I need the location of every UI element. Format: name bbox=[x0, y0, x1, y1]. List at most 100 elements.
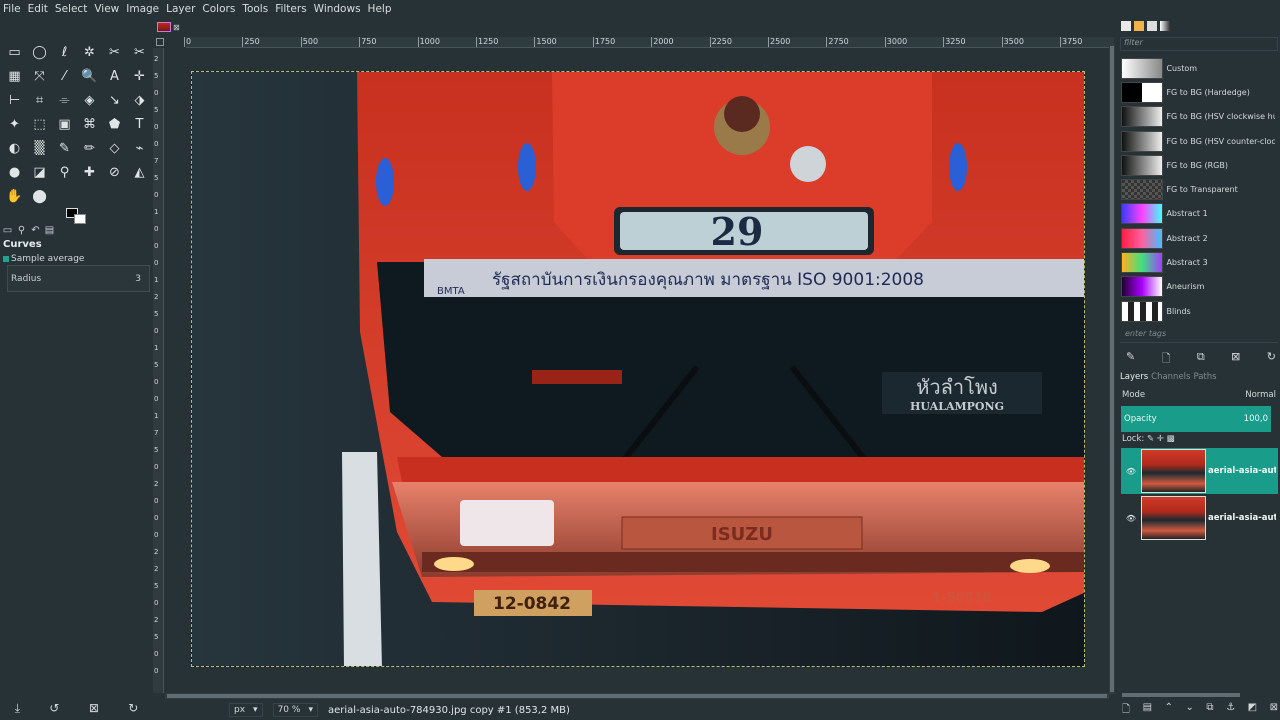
menu-select[interactable]: Select bbox=[55, 3, 87, 15]
tool-icon[interactable]: ⌘ bbox=[77, 112, 102, 136]
patterns-tab-icon[interactable] bbox=[1134, 21, 1144, 31]
menu-layer[interactable]: Layer bbox=[166, 3, 195, 15]
menu-file[interactable]: File bbox=[3, 3, 21, 15]
tool-icon[interactable]: A bbox=[102, 64, 127, 88]
refresh-gradients-icon[interactable]: ↻ bbox=[1267, 350, 1276, 369]
gradient-item[interactable]: Abstract 3 bbox=[1121, 250, 1275, 274]
scrollbar-thumb[interactable] bbox=[1110, 46, 1114, 692]
tool-icon[interactable]: ✦ bbox=[2, 112, 27, 136]
tool-icon[interactable]: ✂ bbox=[102, 40, 127, 64]
tool-options-tab-icon[interactable]: ▭ bbox=[2, 225, 13, 236]
fg-bg-colors[interactable] bbox=[64, 206, 88, 226]
scrollbar-thumb[interactable] bbox=[167, 694, 1107, 698]
horizontal-scrollbar[interactable] bbox=[165, 693, 1109, 699]
zoom-selector[interactable]: 70 % ▾ bbox=[272, 703, 318, 717]
menu-tools[interactable]: Tools bbox=[242, 3, 268, 15]
gradient-item[interactable]: FG to BG (Hardedge) bbox=[1121, 80, 1275, 104]
gradient-item[interactable]: Blinds bbox=[1121, 299, 1275, 323]
tool-icon[interactable]: ✏ bbox=[77, 136, 102, 160]
image-canvas[interactable]: 29 รัฐสถาบันการเงินกรองคุณภาพ มาตรฐาน IS… bbox=[191, 71, 1085, 667]
raise-layer-icon[interactable]: ⌃ bbox=[1165, 702, 1173, 719]
tab-channels[interactable]: Channels bbox=[1151, 372, 1190, 382]
gradient-item[interactable]: FG to BG (RGB) bbox=[1121, 153, 1275, 177]
new-gradient-icon[interactable]: 🗋 bbox=[1162, 350, 1171, 369]
tool-icon[interactable]: ◯ bbox=[27, 40, 52, 64]
tool-icon[interactable]: ▭ bbox=[2, 40, 27, 64]
tool-icon[interactable]: ↘ bbox=[102, 88, 127, 112]
tool-icon[interactable]: ⊢ bbox=[2, 88, 27, 112]
checkbox-checked-icon[interactable] bbox=[3, 256, 9, 262]
lock-pixels-icon[interactable]: ✎ bbox=[1147, 434, 1154, 444]
gradient-item[interactable]: Custom bbox=[1121, 56, 1275, 80]
sample-average-checkbox[interactable]: Sample average bbox=[3, 254, 84, 264]
menu-help[interactable]: Help bbox=[368, 3, 392, 15]
tool-icon[interactable]: ✲ bbox=[77, 40, 102, 64]
tool-icon[interactable]: ◐ bbox=[2, 136, 27, 160]
tool-icon[interactable]: ℓ bbox=[52, 40, 77, 64]
menu-colors[interactable]: Colors bbox=[202, 3, 235, 15]
tags-input[interactable]: enter tags bbox=[1120, 329, 1278, 343]
mode-select[interactable]: Normal bbox=[1245, 390, 1276, 404]
tool-icon[interactable]: ✋ bbox=[2, 184, 27, 208]
menu-windows[interactable]: Windows bbox=[314, 3, 361, 15]
visibility-eye-icon[interactable]: 👁 bbox=[1121, 514, 1141, 523]
tool-icon[interactable]: ✂ bbox=[127, 40, 152, 64]
tool-icon[interactable]: ⬟ bbox=[102, 112, 127, 136]
save-options-icon[interactable]: ⤓ bbox=[15, 701, 20, 716]
anchor-layer-icon[interactable]: ⚓ bbox=[1226, 702, 1235, 719]
layer-row[interactable]: 👁 aerial-asia-auto-784930.jpg copy bbox=[1121, 448, 1278, 494]
tool-icon[interactable]: T bbox=[127, 112, 152, 136]
duplicate-gradient-icon[interactable]: ⧉ bbox=[1197, 350, 1205, 369]
menu-view[interactable]: View bbox=[94, 3, 119, 15]
tool-icon[interactable]: ● bbox=[2, 160, 27, 184]
fonts-tab-icon[interactable] bbox=[1147, 21, 1157, 31]
tool-icon[interactable]: ⬗ bbox=[127, 88, 152, 112]
duplicate-layer-icon[interactable]: ⧉ bbox=[1206, 702, 1213, 719]
lock-alpha-icon[interactable]: ▩ bbox=[1167, 434, 1175, 444]
visibility-eye-icon[interactable]: 👁 bbox=[1121, 467, 1141, 476]
menu-edit[interactable]: Edit bbox=[28, 3, 48, 15]
restore-options-icon[interactable]: ↺ bbox=[49, 701, 59, 716]
device-status-tab-icon[interactable]: ⚲ bbox=[16, 225, 27, 236]
gradient-item[interactable]: FG to BG (HSV clockwise hue) bbox=[1121, 105, 1275, 129]
tool-icon[interactable]: ◈ bbox=[77, 88, 102, 112]
vertical-scrollbar[interactable] bbox=[1109, 44, 1115, 694]
quick-mask-toggle[interactable] bbox=[156, 38, 164, 46]
new-layer-icon[interactable]: 🗋 bbox=[1122, 702, 1130, 719]
brushes-tab-icon[interactable] bbox=[1121, 21, 1131, 31]
background-color[interactable] bbox=[74, 214, 86, 224]
image-viewport[interactable]: 29 รัฐสถาบันการเงินกรองคุณภาพ มาตรฐาน IS… bbox=[165, 49, 1113, 697]
tab-paths[interactable]: Paths bbox=[1193, 372, 1216, 382]
tool-icon[interactable]: ⌁ bbox=[127, 136, 152, 160]
gradients-tab-icon[interactable] bbox=[1160, 21, 1170, 31]
radius-spin-slider[interactable]: Radius 3 bbox=[7, 265, 150, 292]
close-icon[interactable]: ⊠ bbox=[173, 23, 180, 32]
tool-icon[interactable]: ⌯ bbox=[52, 88, 77, 112]
tool-icon[interactable]: ◪ bbox=[27, 160, 52, 184]
opacity-slider[interactable]: Opacity 100,0 bbox=[1121, 406, 1271, 432]
menu-image[interactable]: Image bbox=[126, 3, 159, 15]
vertical-ruler[interactable]: 2 5 0 5 0 0 7 5 0 1 0 0 0 1 2 5 0 1 5 0 0 1 7 5 0 2 0 0 0 2 2 5 0 2 5 0 0 bbox=[153, 48, 164, 693]
delete-options-icon[interactable]: ⊠ bbox=[89, 701, 99, 716]
unit-selector[interactable]: px ▾ bbox=[229, 703, 263, 717]
layer-row[interactable]: 👁 aerial-asia-auto-784930.jpg bbox=[1121, 495, 1278, 541]
tab-layers[interactable]: Layers bbox=[1120, 372, 1148, 382]
horizontal-ruler[interactable]: 0 250 500 750 1000 1250 1500 1750 2000 2250 2500 27… bbox=[183, 37, 1114, 48]
lower-layer-icon[interactable]: ⌄ bbox=[1185, 702, 1193, 719]
tool-icon[interactable]: ⤧ bbox=[27, 64, 52, 88]
layers-scrollbar[interactable] bbox=[1122, 693, 1240, 697]
tool-icon[interactable]: ✛ bbox=[127, 64, 152, 88]
gradient-item[interactable]: FG to Transparent bbox=[1121, 177, 1275, 201]
tool-icon[interactable]: ▒ bbox=[27, 136, 52, 160]
menu-filters[interactable]: Filters bbox=[275, 3, 306, 15]
tool-icon[interactable]: ⬚ bbox=[27, 112, 52, 136]
gradient-item[interactable]: Abstract 2 bbox=[1121, 226, 1275, 250]
tool-icon[interactable]: ⊘ bbox=[102, 160, 127, 184]
gradient-item[interactable]: Abstract 1 bbox=[1121, 202, 1275, 226]
gradient-filter-input[interactable]: filter bbox=[1120, 37, 1278, 51]
delete-layer-icon[interactable]: ⊠ bbox=[1270, 702, 1278, 719]
tool-icon[interactable]: 🔍 bbox=[77, 64, 102, 88]
delete-gradient-icon[interactable]: ⊠ bbox=[1231, 350, 1240, 369]
mask-layer-icon[interactable]: ◩ bbox=[1248, 702, 1257, 719]
tool-icon[interactable]: ⌗ bbox=[27, 88, 52, 112]
